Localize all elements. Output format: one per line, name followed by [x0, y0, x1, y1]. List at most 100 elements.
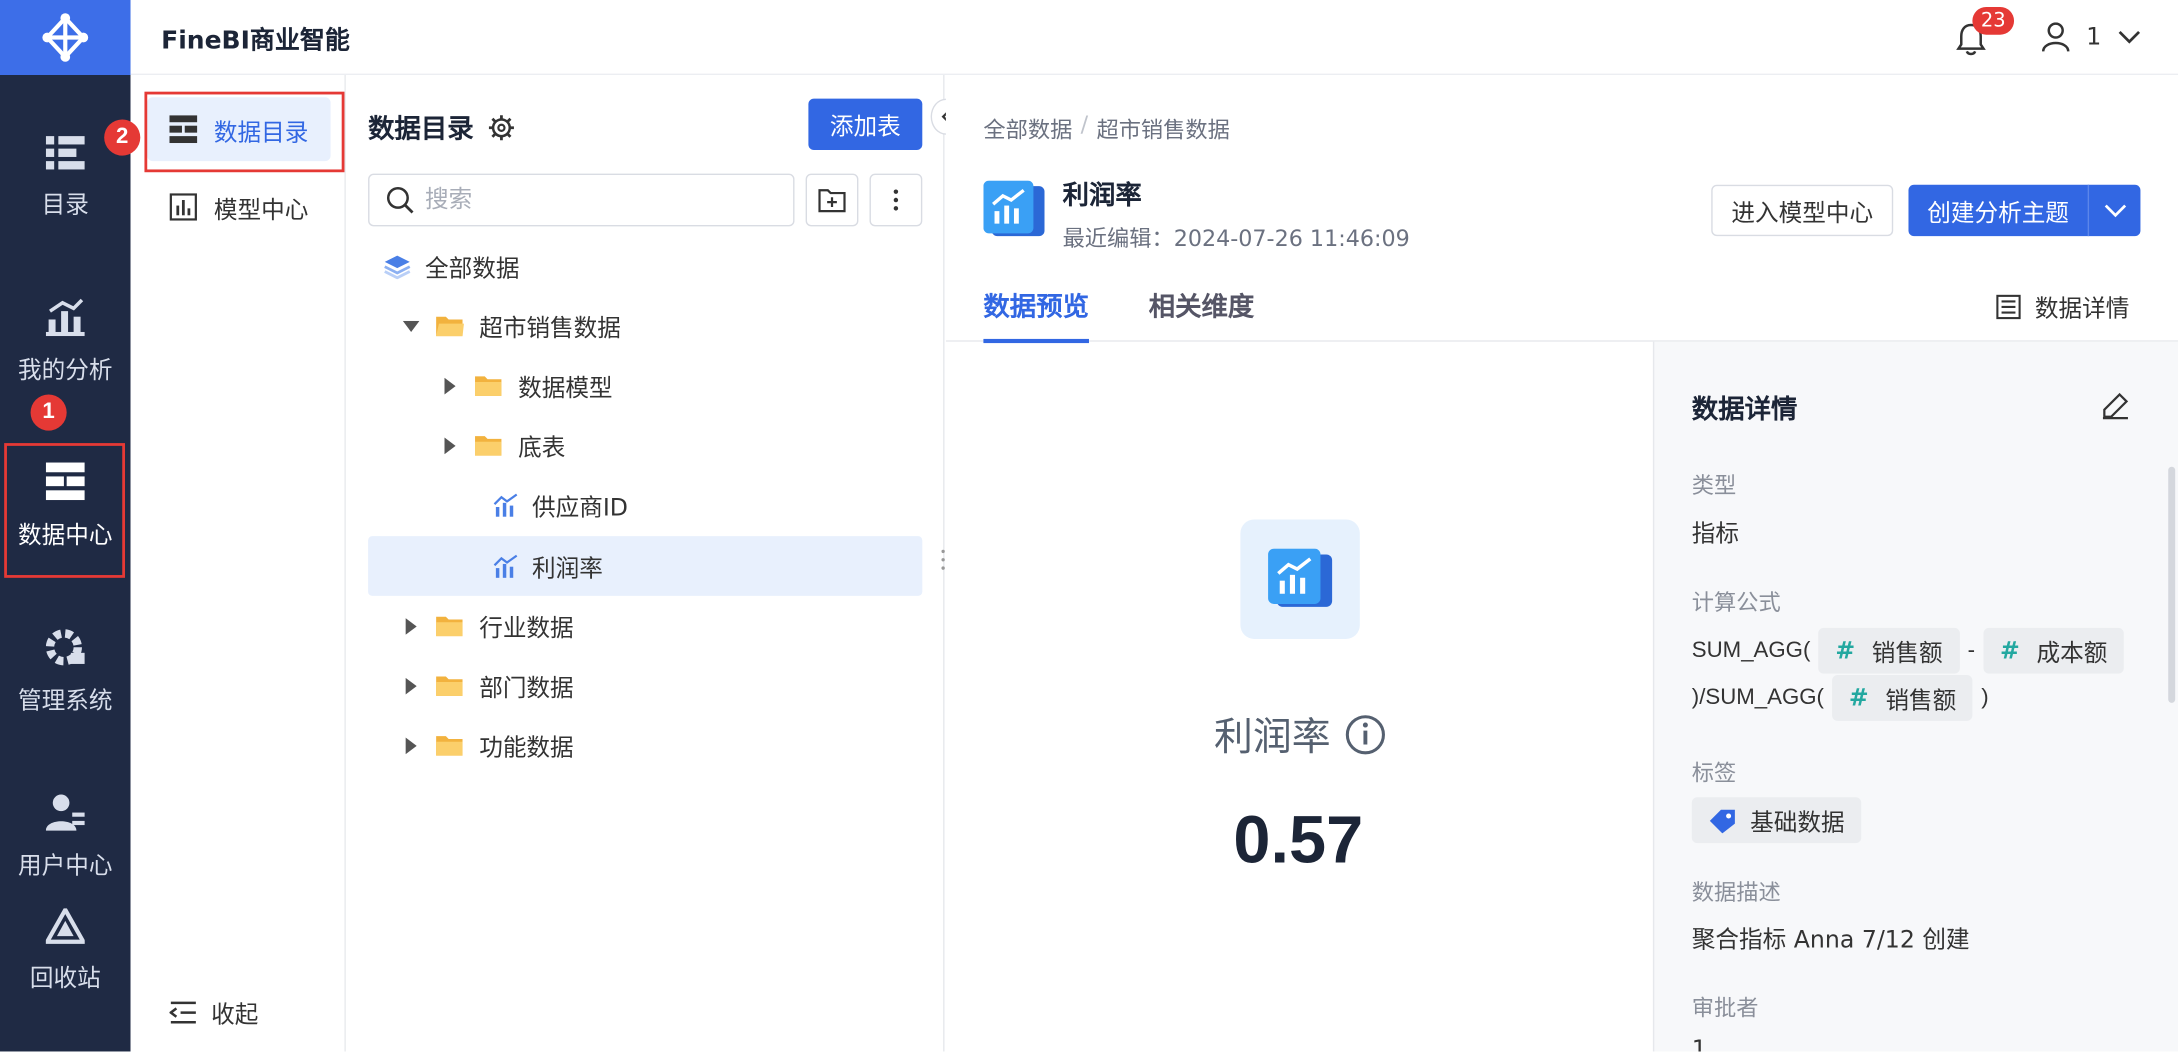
formula-fn: )/SUM_AGG(	[1691, 685, 1824, 710]
data-catalog-icon	[169, 115, 198, 144]
hash-icon: #	[1835, 636, 1856, 665]
nav-management[interactable]: 管理系统	[0, 608, 131, 733]
step-marker-1: 1	[30, 394, 67, 431]
search-input[interactable]	[425, 186, 759, 214]
tree-title: 数据目录	[368, 108, 515, 146]
data-detail-toggle[interactable]: 数据详情	[1996, 289, 2129, 324]
folder-icon	[436, 616, 463, 636]
tree-node-label: 功能数据	[479, 734, 574, 763]
info-icon[interactable]	[1345, 714, 1387, 756]
breadcrumb-separator: /	[1080, 111, 1089, 138]
tree-node-data-model[interactable]: 数据模型	[440, 356, 613, 416]
sub-item-label: 数据目录	[213, 118, 309, 147]
app-root: 目录 我的分析 数据中心 管理系统 用户中心 回收站 1 FineBI商业智能 …	[0, 0, 2178, 1052]
recycle-icon	[45, 907, 85, 944]
tag-value: 基础数据	[1750, 809, 1845, 838]
formula-field-chip: # 成本额	[1983, 627, 2125, 674]
tree-node-label: 供应商ID	[531, 494, 628, 523]
formula-line-1: SUM_AGG( # 销售额 - # 成本额	[1692, 627, 2125, 674]
formula-operator: -	[1967, 638, 1976, 662]
tree-search[interactable]	[368, 173, 795, 227]
tree-node-label: 行业数据	[479, 615, 574, 644]
create-analysis-dropdown[interactable]	[2087, 184, 2141, 237]
metric-tile-icon	[983, 180, 1045, 237]
new-folder-button[interactable]	[805, 173, 859, 227]
detail-scrollbar[interactable]	[2168, 466, 2176, 703]
formula-line-2: )/SUM_AGG( # 销售额 )	[1692, 675, 1989, 721]
tree-node-department[interactable]: 部门数据	[401, 656, 574, 716]
nav-data-center[interactable]: 数据中心	[0, 443, 131, 578]
user-icon	[2041, 22, 2070, 52]
breadcrumb-item[interactable]: 全部数据	[983, 111, 1072, 144]
detail-formula-label: 计算公式	[1691, 588, 1781, 616]
detail-type-label: 类型	[1691, 472, 1737, 499]
nav-label: 数据中心	[18, 521, 113, 550]
user-center-icon	[45, 793, 85, 830]
user-name: 1	[2086, 23, 2102, 52]
preview-metric-name: 利润率	[1214, 707, 1386, 763]
caret-right-icon	[405, 736, 417, 754]
nav-label: 回收站	[29, 964, 101, 993]
tree-node-industry[interactable]: 行业数据	[401, 596, 574, 656]
nav-recycle-bin[interactable]: 回收站	[0, 895, 131, 1006]
tree-node-supermarket[interactable]: 超市销售数据	[401, 296, 621, 356]
collapse-button[interactable]: 收起	[169, 995, 258, 1029]
create-analysis-button[interactable]: 创建分析主题	[1908, 184, 2141, 237]
tab-related-dimensions[interactable]: 相关维度	[1149, 286, 1255, 324]
caret-right-icon	[405, 677, 417, 694]
main-panel: 全部数据 / 超市销售数据 利润率 最近编辑：2024-07-26 11:46:…	[945, 75, 2178, 1052]
tree-node-all-data[interactable]: 全部数据	[383, 236, 519, 296]
tree-node-supplier-id[interactable]: 供应商ID	[493, 475, 628, 535]
metric-name: 利润率	[1062, 180, 1142, 212]
catalog-tree-panel: 数据目录 添加表 全部数据 超市销售数据 数据模型	[345, 75, 945, 1052]
tree-node-label: 利润率	[531, 555, 603, 584]
tree-node-function[interactable]: 功能数据	[401, 715, 574, 775]
tree-node-label: 部门数据	[479, 675, 574, 703]
nav-my-analysis[interactable]: 我的分析	[0, 278, 131, 403]
preview-metric-label: 利润率	[1213, 713, 1331, 760]
notification-badge: 23	[1972, 6, 2015, 35]
tag-icon	[1709, 809, 1735, 833]
formula-field-chip: # 销售额	[1818, 627, 1960, 674]
tree-node-label: 底表	[518, 434, 566, 463]
caret-right-icon	[444, 377, 456, 394]
add-table-button[interactable]: 添加表	[808, 98, 923, 151]
logo[interactable]	[0, 0, 131, 76]
folder-icon	[436, 675, 463, 696]
data-center-icon	[45, 461, 85, 500]
app-title: FineBI商业智能	[161, 26, 350, 56]
tab-data-preview[interactable]: 数据预览	[983, 286, 1090, 344]
sub-item-model-center[interactable]: 模型中心	[147, 175, 330, 239]
nav-user-center[interactable]: 用户中心	[0, 774, 131, 899]
tree-node-base-table[interactable]: 底表	[440, 415, 565, 475]
last-edit-time: 最近编辑：2024-07-26 11:46:09	[1062, 225, 1410, 252]
formula-close: )	[1981, 685, 1989, 710]
nav-label: 管理系统	[18, 686, 113, 715]
gear-icon[interactable]	[488, 113, 516, 141]
breadcrumb-item[interactable]: 超市销售数据	[1096, 111, 1229, 144]
detail-approver-label: 审批者	[1691, 994, 1759, 1021]
metric-icon	[493, 492, 518, 517]
tag-chip[interactable]: 基础数据	[1691, 797, 1862, 844]
sub-item-data-catalog[interactable]: 数据目录	[144, 91, 345, 173]
caret-right-icon	[405, 617, 417, 635]
finebi-logo-icon	[42, 13, 89, 62]
edit-icon[interactable]	[2102, 392, 2130, 420]
nav-label: 目录	[41, 190, 89, 219]
metric-icon	[493, 554, 518, 578]
folder-icon	[475, 435, 502, 455]
tab-bar: 数据预览 相关维度 数据详情	[945, 267, 2178, 344]
enter-model-center-button[interactable]: 进入模型中心	[1711, 184, 1894, 237]
left-nav: 目录 我的分析 数据中心 管理系统 用户中心 回收站 1	[0, 0, 131, 1052]
create-analysis-label: 创建分析主题	[1927, 200, 2069, 228]
collapse-icon	[169, 1000, 196, 1023]
breadcrumb: 全部数据 / 超市销售数据	[983, 111, 1229, 144]
preview-metric-value: 0.57	[1233, 804, 1364, 878]
formula-field: 销售额	[1885, 687, 1957, 716]
tree-node-profit-rate[interactable]: 利润率	[368, 536, 923, 596]
user-menu[interactable]: 1	[2041, 22, 2140, 53]
formula-field: 销售额	[1871, 640, 1943, 669]
detail-desc-label: 数据描述	[1691, 879, 1781, 906]
more-options-button[interactable]	[869, 173, 923, 227]
caret-down-icon	[402, 320, 420, 332]
